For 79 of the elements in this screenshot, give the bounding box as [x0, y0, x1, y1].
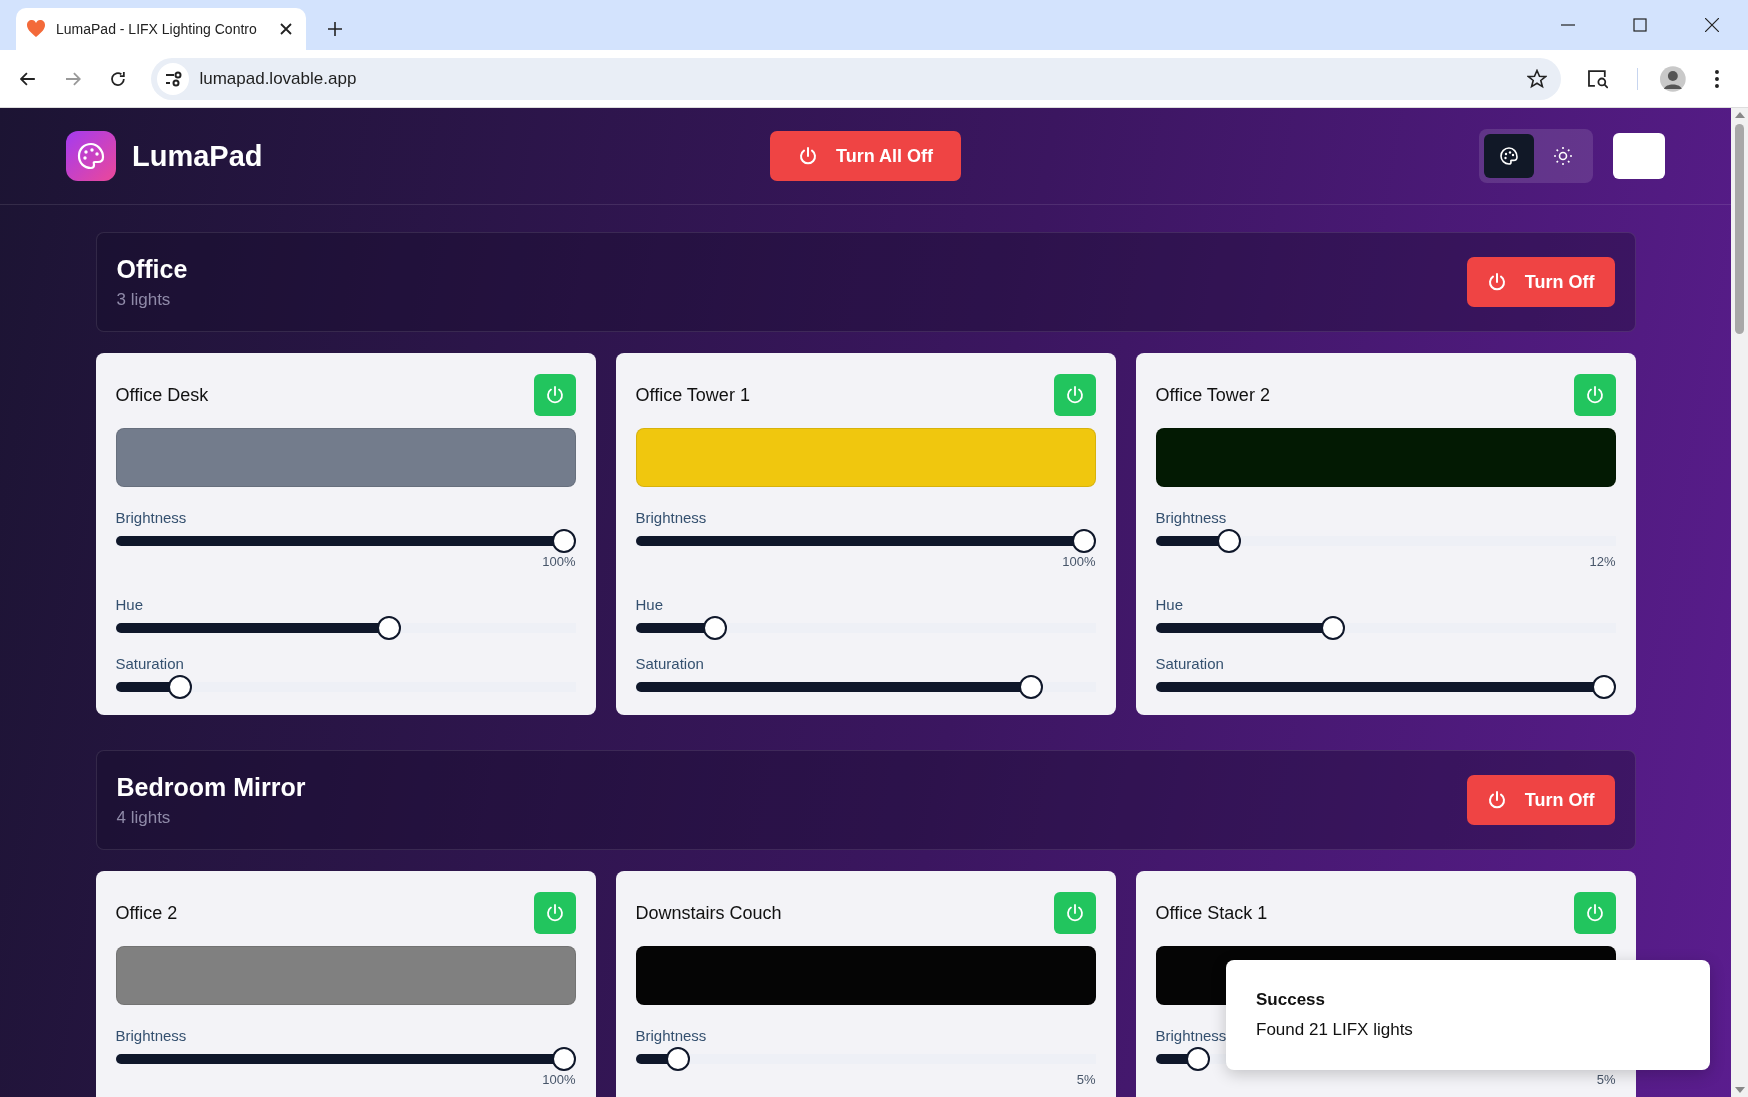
power-icon: [1584, 385, 1605, 405]
turn-off-button[interactable]: Turn Off: [1466, 775, 1615, 825]
slider-thumb[interactable]: [167, 675, 192, 699]
slider-thumb[interactable]: [666, 1047, 690, 1071]
slider-thumb[interactable]: [1321, 616, 1346, 640]
power-icon: [1486, 272, 1507, 292]
power-icon: [1064, 385, 1085, 405]
power-icon: [1064, 903, 1085, 923]
scroll-thumb[interactable]: [1735, 124, 1744, 334]
slider-label: Hue: [1155, 596, 1184, 613]
slider-thumb[interactable]: [1591, 675, 1616, 699]
power-icon: [1584, 903, 1605, 923]
tab-search-icon[interactable]: [1586, 68, 1609, 89]
slider-thumb[interactable]: [1216, 529, 1241, 553]
slider-thumb[interactable]: [551, 1047, 576, 1071]
slider-label: Hue: [635, 596, 664, 613]
slider-value: 12%: [1589, 554, 1616, 569]
scrollbar[interactable]: [1731, 108, 1748, 1097]
slider-thumb[interactable]: [1071, 529, 1096, 553]
slider-label: Brightness: [1155, 1027, 1227, 1044]
light-name: Office Stack 1: [1155, 902, 1268, 924]
slider-value: 5%: [1076, 1072, 1096, 1087]
url-text: lumapad.lovable.app: [199, 68, 358, 89]
light-name: Office Desk: [115, 384, 209, 406]
slider-label: Saturation: [1155, 655, 1224, 672]
light-name: Downstairs Couch: [635, 902, 782, 924]
light-count: 3 lights: [116, 289, 172, 310]
slider-label: Brightness: [115, 509, 187, 526]
power-icon: [544, 385, 565, 405]
slider-value: 100%: [542, 1072, 576, 1087]
maximize-icon[interactable]: [1633, 18, 1647, 32]
slider-label: Brightness: [115, 1027, 187, 1044]
turn-all-off-button[interactable]: Turn All Off: [770, 131, 961, 181]
heart-icon: [26, 19, 46, 39]
toast-title: Success: [1256, 990, 1326, 1010]
slider-label: Brightness: [1155, 509, 1227, 526]
scroll-up-icon[interactable]: [1734, 112, 1745, 118]
new-tab-icon[interactable]: [328, 22, 342, 36]
turn-off-button[interactable]: Turn Off: [1466, 257, 1615, 307]
slider-thumb[interactable]: [1019, 675, 1044, 699]
scroll-down-icon[interactable]: [1734, 1087, 1745, 1093]
browser-tab[interactable]: LumaPad - LIFX Lighting Contro: [16, 8, 306, 50]
color-mode-button[interactable]: [1484, 134, 1534, 178]
slider-label: Hue: [115, 596, 144, 613]
slider-label: Saturation: [635, 655, 704, 672]
site-settings-icon[interactable]: [157, 62, 190, 95]
address-bar[interactable]: lumapad.lovable.app: [151, 57, 1561, 100]
power-icon: [544, 903, 565, 923]
star-icon[interactable]: [1526, 68, 1547, 89]
light-count: 4 lights: [116, 807, 172, 828]
slider-thumb[interactable]: [703, 616, 728, 640]
toast-message: Found 21 LIFX lights: [1256, 1020, 1414, 1040]
forward-icon[interactable]: [64, 70, 81, 87]
slider-thumb[interactable]: [377, 616, 402, 640]
back-icon[interactable]: [20, 70, 36, 87]
group-name: Bedroom Mirror: [116, 772, 306, 802]
palette-icon: [1499, 146, 1519, 166]
avatar-icon[interactable]: [1660, 65, 1686, 92]
slider-thumb[interactable]: [551, 529, 576, 553]
slider-thumb[interactable]: [1186, 1047, 1210, 1071]
palette-logo-icon: [66, 131, 116, 181]
light-name: Office Tower 1: [635, 384, 750, 406]
slider-value: 100%: [542, 554, 576, 569]
power-icon: [798, 146, 818, 166]
light-name: Office Tower 2: [1155, 384, 1270, 406]
slider-value: 100%: [1062, 554, 1096, 569]
app-title: LumaPad: [132, 139, 263, 173]
reload-icon[interactable]: [109, 70, 126, 87]
slider-value: 5%: [1596, 1072, 1616, 1087]
menu-icon[interactable]: [1715, 69, 1719, 88]
slider-label: Brightness: [635, 509, 707, 526]
slider-label: Brightness: [635, 1027, 707, 1044]
slider-label: Saturation: [115, 655, 184, 672]
close-icon[interactable]: [280, 23, 292, 35]
power-icon: [1486, 790, 1507, 810]
close-icon[interactable]: [1705, 18, 1719, 32]
sun-icon: [1553, 146, 1573, 166]
light-name: Office 2: [115, 902, 178, 924]
group-name: Office: [116, 254, 188, 284]
